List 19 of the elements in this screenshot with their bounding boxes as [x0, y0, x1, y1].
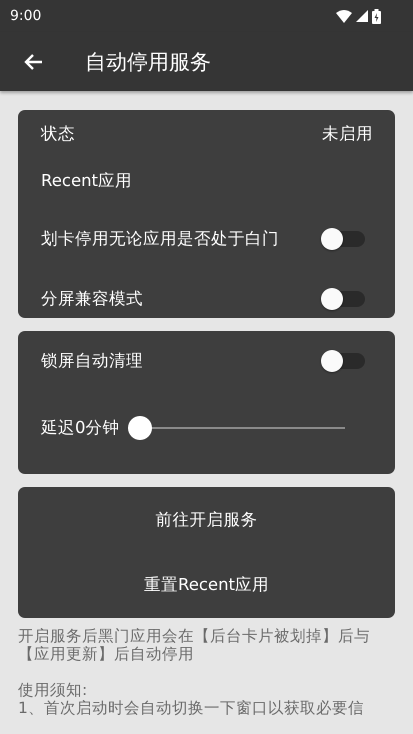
- status-value: 未启用: [322, 122, 373, 144]
- action-button[interactable]: 前往开启服务: [18, 487, 395, 552]
- clock-time: 9:00: [10, 8, 42, 24]
- delay-slider[interactable]: [128, 416, 345, 440]
- signal-icon: [356, 10, 368, 22]
- recent-apps-label[interactable]: Recent应用: [41, 170, 132, 192]
- switch-label: 锁屏自动清理: [41, 350, 143, 372]
- action-button[interactable]: 重置Recent应用: [18, 552, 395, 618]
- battery-icon: [372, 8, 381, 24]
- note-text: 1、首次启动时会自动切换一下窗口以获取必要信: [18, 699, 365, 717]
- switch-label: 划卡停用无论应用是否处于白门: [41, 228, 279, 250]
- screen-title: 自动停用服务: [85, 48, 211, 76]
- delay-label: 延迟0分钟: [41, 417, 120, 439]
- switch-label: 分屏兼容模式: [41, 288, 143, 310]
- back-arrow-icon[interactable]: [23, 52, 43, 70]
- note-text: 使用须知:: [18, 681, 88, 699]
- wifi-icon: [336, 10, 352, 22]
- note-text: 开启服务后黑门应用会在【后台卡片被划掉】后与【应用更新】后自动停用: [18, 627, 371, 663]
- status-label: 状态: [41, 122, 75, 144]
